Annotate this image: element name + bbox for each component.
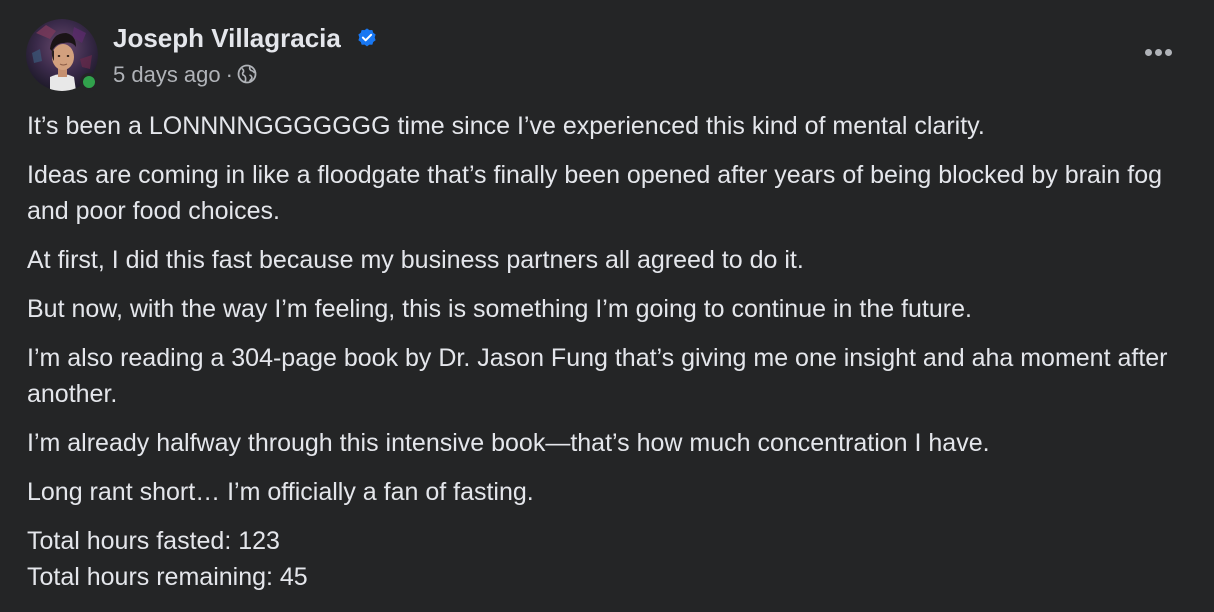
fasting-stats: Total hours fasted: 123 Total hours rema…: [27, 527, 308, 591]
post-meta: 5 days ago ·: [113, 61, 257, 89]
feed-post: Joseph Villagracia 5 days ago · It’s bee…: [0, 0, 1214, 612]
author-name-row: Joseph Villagracia: [113, 22, 378, 54]
post-paragraph: At first, I did this fast because my bus…: [27, 246, 804, 274]
more-options-button[interactable]: [1138, 38, 1178, 66]
post-paragraph: I’m also reading a 304-page book by Dr. …: [27, 344, 1175, 408]
verified-badge-icon: [358, 28, 376, 47]
post-paragraph: Ideas are coming in like a floodgate tha…: [27, 161, 1169, 225]
author-avatar[interactable]: [26, 19, 98, 91]
post-paragraph: It’s been a LONNNNGGGGGGG time since I’v…: [27, 112, 985, 140]
globe-icon[interactable]: [237, 64, 257, 84]
author-name[interactable]: Joseph Villagracia: [113, 23, 341, 53]
post-body: It’s been a LONNNNGGGGGGG time since I’v…: [27, 108, 1192, 595]
post-paragraph: I’m already halfway through this intensi…: [27, 429, 990, 457]
more-dot-icon: [1144, 48, 1152, 56]
post-paragraph: Long rant short… I’m officially a fan of…: [27, 478, 534, 506]
more-dot-icon: [1154, 48, 1162, 56]
more-dot-icon: [1164, 48, 1172, 56]
post-timestamp[interactable]: 5 days ago: [113, 61, 221, 89]
post-paragraph: But now, with the way I’m feeling, this …: [27, 295, 972, 323]
meta-separator: ·: [225, 62, 233, 87]
online-status-dot: [80, 73, 98, 91]
